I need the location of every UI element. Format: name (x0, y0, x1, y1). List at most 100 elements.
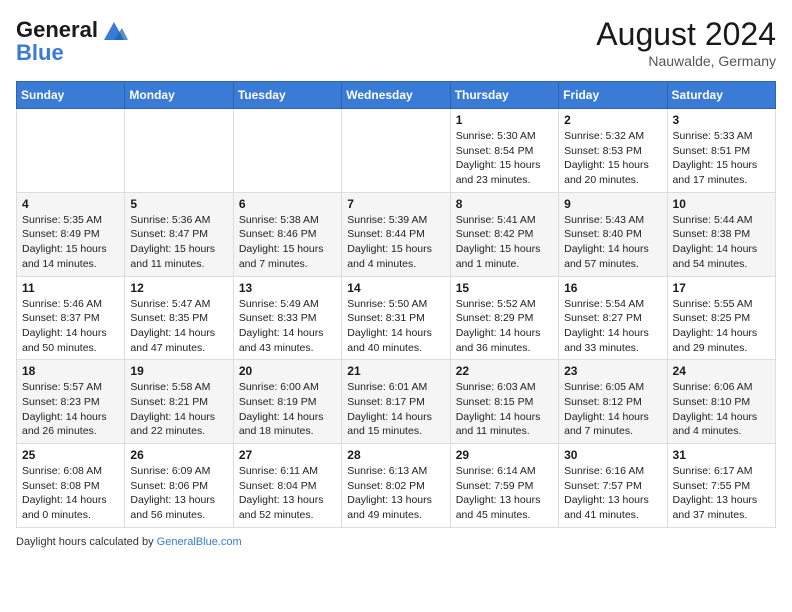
footer-link[interactable]: GeneralBlue.com (157, 536, 242, 548)
calendar-cell: 9 Sunrise: 5:43 AM Sunset: 8:40 PM Daylig… (559, 192, 667, 276)
calendar-cell: 4 Sunrise: 5:35 AM Sunset: 8:49 PM Daylig… (17, 192, 125, 276)
day-info: Sunrise: 5:46 AM Sunset: 8:37 PM Dayligh… (22, 297, 119, 356)
day-number: 9 (564, 197, 661, 211)
logo-icon (100, 16, 128, 44)
calendar-cell: 19 Sunrise: 5:58 AM Sunset: 8:21 PM Dayli… (125, 360, 233, 444)
day-info: Sunrise: 6:00 AM Sunset: 8:19 PM Dayligh… (239, 380, 336, 439)
calendar-cell: 28Sunrise: 6:13 AM Sunset: 8:02 PM Dayli… (342, 444, 450, 528)
calendar-cell: 29 Sunrise: 6:14 AM Sunset: 7:59 PM Dayli… (450, 444, 558, 528)
day-info: Sunrise: 6:06 AM Sunset: 8:10 PM Dayligh… (673, 380, 770, 439)
day-number: 12 (130, 281, 227, 295)
day-number: 20 (239, 364, 336, 378)
day-info: Sunrise: 5:30 AM Sunset: 8:54 PM Dayligh… (456, 129, 553, 188)
day-info: Sunrise: 6:01 AM Sunset: 8:17 PM Dayligh… (347, 380, 444, 439)
day-number: 1 (456, 113, 553, 127)
day-number: 18 (22, 364, 119, 378)
calendar-cell: 24 Sunrise: 6:06 AM Sunset: 8:10 PM Dayli… (667, 360, 775, 444)
day-number: 5 (130, 197, 227, 211)
calendar-cell: 27 Sunrise: 6:11 AM Sunset: 8:04 PM Dayli… (233, 444, 341, 528)
day-number: 23 (564, 364, 661, 378)
day-number: 7 (347, 197, 444, 211)
calendar-cell: 16 Sunrise: 5:54 AM Sunset: 8:27 PM Dayli… (559, 276, 667, 360)
weekday-friday: Friday (559, 82, 667, 109)
day-number: 16 (564, 281, 661, 295)
day-info: Sunrise: 6:11 AM Sunset: 8:04 PM Dayligh… (239, 464, 336, 523)
day-number: 4 (22, 197, 119, 211)
day-number: 15 (456, 281, 553, 295)
day-number: 11 (22, 281, 119, 295)
day-number: 31 (673, 448, 770, 462)
month-year-title: August 2024 (596, 16, 776, 53)
day-number: 24 (673, 364, 770, 378)
day-info: Sunrise: 5:57 AM Sunset: 8:23 PM Dayligh… (22, 380, 119, 439)
day-number: 17 (673, 281, 770, 295)
day-info: Sunrise: 6:05 AM Sunset: 8:12 PM Dayligh… (564, 380, 661, 439)
day-info: Sunrise: 5:52 AM Sunset: 8:29 PM Dayligh… (456, 297, 553, 356)
day-info: Sunrise: 5:39 AM Sunset: 8:44 PM Dayligh… (347, 213, 444, 272)
calendar-cell (17, 109, 125, 193)
calendar-cell: 3Sunrise: 5:33 AM Sunset: 8:51 PM Daylig… (667, 109, 775, 193)
day-info: Sunrise: 6:08 AM Sunset: 8:08 PM Dayligh… (22, 464, 119, 523)
weekday-sunday: Sunday (17, 82, 125, 109)
calendar-cell (233, 109, 341, 193)
week-row-5: 25 Sunrise: 6:08 AM Sunset: 8:08 PM Dayli… (17, 444, 776, 528)
calendar-cell: 13Sunrise: 5:49 AM Sunset: 8:33 PM Dayli… (233, 276, 341, 360)
day-number: 30 (564, 448, 661, 462)
calendar-cell: 6Sunrise: 5:38 AM Sunset: 8:46 PM Daylig… (233, 192, 341, 276)
day-info: Sunrise: 6:09 AM Sunset: 8:06 PM Dayligh… (130, 464, 227, 523)
day-info: Sunrise: 5:35 AM Sunset: 8:49 PM Dayligh… (22, 213, 119, 272)
title-block: August 2024 Nauwalde, Germany (596, 16, 776, 69)
day-info: Sunrise: 5:47 AM Sunset: 8:35 PM Dayligh… (130, 297, 227, 356)
weekday-header-row: SundayMondayTuesdayWednesdayThursdayFrid… (17, 82, 776, 109)
calendar-cell: 17 Sunrise: 5:55 AM Sunset: 8:25 PM Dayli… (667, 276, 775, 360)
day-number: 8 (456, 197, 553, 211)
calendar-cell: 31Sunrise: 6:17 AM Sunset: 7:55 PM Dayli… (667, 444, 775, 528)
weekday-saturday: Saturday (667, 82, 775, 109)
calendar-table: SundayMondayTuesdayWednesdayThursdayFrid… (16, 81, 776, 528)
calendar-cell: 25 Sunrise: 6:08 AM Sunset: 8:08 PM Dayli… (17, 444, 125, 528)
day-number: 19 (130, 364, 227, 378)
day-number: 6 (239, 197, 336, 211)
day-number: 2 (564, 113, 661, 127)
day-number: 29 (456, 448, 553, 462)
day-number: 26 (130, 448, 227, 462)
weekday-tuesday: Tuesday (233, 82, 341, 109)
day-info: Sunrise: 5:44 AM Sunset: 8:38 PM Dayligh… (673, 213, 770, 272)
day-info: Sunrise: 6:14 AM Sunset: 7:59 PM Dayligh… (456, 464, 553, 523)
day-number: 21 (347, 364, 444, 378)
day-info: Sunrise: 5:43 AM Sunset: 8:40 PM Dayligh… (564, 213, 661, 272)
week-row-2: 4 Sunrise: 5:35 AM Sunset: 8:49 PM Daylig… (17, 192, 776, 276)
weekday-wednesday: Wednesday (342, 82, 450, 109)
day-number: 22 (456, 364, 553, 378)
day-info: Sunrise: 6:16 AM Sunset: 7:57 PM Dayligh… (564, 464, 661, 523)
calendar-cell: 10Sunrise: 5:44 AM Sunset: 8:38 PM Dayli… (667, 192, 775, 276)
calendar-cell: 8 Sunrise: 5:41 AM Sunset: 8:42 PM Daylig… (450, 192, 558, 276)
day-info: Sunrise: 5:58 AM Sunset: 8:21 PM Dayligh… (130, 380, 227, 439)
day-info: Sunrise: 5:54 AM Sunset: 8:27 PM Dayligh… (564, 297, 661, 356)
week-row-3: 11 Sunrise: 5:46 AM Sunset: 8:37 PM Dayli… (17, 276, 776, 360)
calendar-cell: 23 Sunrise: 6:05 AM Sunset: 8:12 PM Dayli… (559, 360, 667, 444)
weekday-thursday: Thursday (450, 82, 558, 109)
calendar-cell: 21 Sunrise: 6:01 AM Sunset: 8:17 PM Dayli… (342, 360, 450, 444)
day-info: Sunrise: 5:55 AM Sunset: 8:25 PM Dayligh… (673, 297, 770, 356)
day-number: 27 (239, 448, 336, 462)
daylight-label: Daylight hours (16, 536, 86, 548)
calendar-cell: 15 Sunrise: 5:52 AM Sunset: 8:29 PM Dayli… (450, 276, 558, 360)
day-number: 14 (347, 281, 444, 295)
day-number: 28 (347, 448, 444, 462)
week-row-4: 18 Sunrise: 5:57 AM Sunset: 8:23 PM Dayli… (17, 360, 776, 444)
day-number: 25 (22, 448, 119, 462)
logo: General Blue (16, 16, 128, 66)
calendar-cell: 14Sunrise: 5:50 AM Sunset: 8:31 PM Dayli… (342, 276, 450, 360)
calendar-cell: 20 Sunrise: 6:00 AM Sunset: 8:19 PM Dayli… (233, 360, 341, 444)
calendar-cell: 22 Sunrise: 6:03 AM Sunset: 8:15 PM Dayli… (450, 360, 558, 444)
week-row-1: 1 Sunrise: 5:30 AM Sunset: 8:54 PM Daylig… (17, 109, 776, 193)
day-info: Sunrise: 6:03 AM Sunset: 8:15 PM Dayligh… (456, 380, 553, 439)
day-info: Sunrise: 5:49 AM Sunset: 8:33 PM Dayligh… (239, 297, 336, 356)
calendar-cell: 26 Sunrise: 6:09 AM Sunset: 8:06 PM Dayli… (125, 444, 233, 528)
calendar-cell: 1 Sunrise: 5:30 AM Sunset: 8:54 PM Daylig… (450, 109, 558, 193)
day-number: 3 (673, 113, 770, 127)
location-subtitle: Nauwalde, Germany (596, 53, 776, 69)
page-header: General Blue August 2024 Nauwalde, Germa… (16, 16, 776, 69)
day-info: Sunrise: 5:41 AM Sunset: 8:42 PM Dayligh… (456, 213, 553, 272)
